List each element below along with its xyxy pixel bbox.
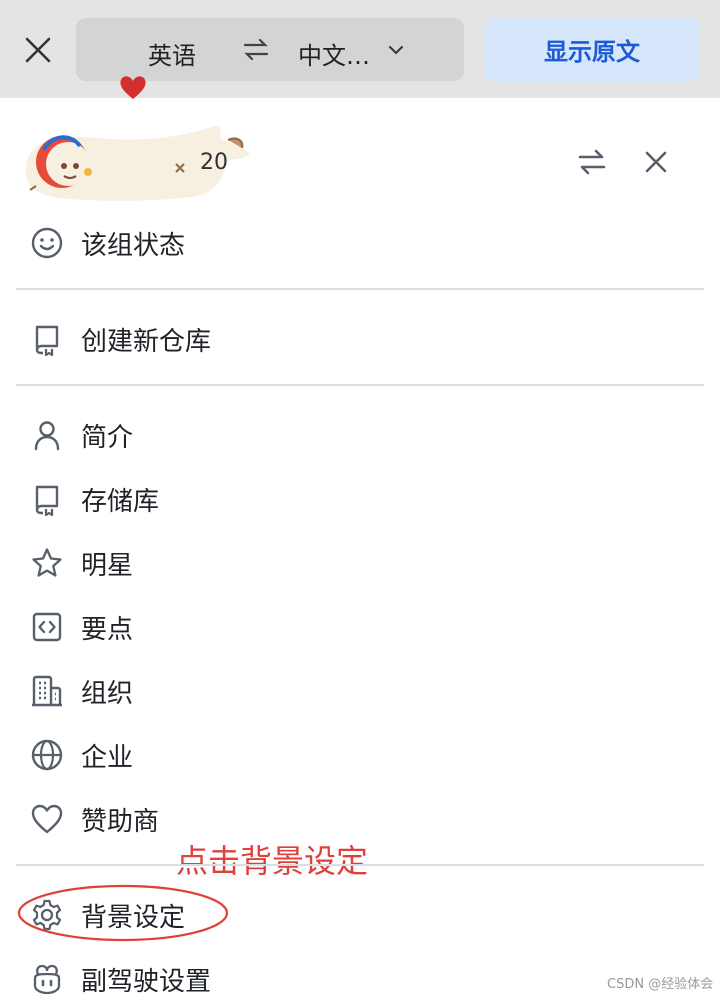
- menu-item-label: 要点: [81, 615, 134, 645]
- menu-item-label: 副驾驶设置: [81, 967, 212, 996]
- translation-bar: 英语 中文… 显示原文: [0, 0, 720, 98]
- menu-item-new-repository[interactable]: 创建新仓库: [0, 310, 720, 366]
- heart-icon: [31, 804, 63, 834]
- swap-languages-icon[interactable]: [242, 36, 270, 64]
- menu-item-organizations[interactable]: 组织: [0, 662, 720, 718]
- repo-icon: [35, 485, 59, 516]
- page: 英语 中文… 显示原文 20 该组状态 创建新仓库 简介 存储库 明星 要点 组…: [0, 0, 720, 996]
- switch-account-icon[interactable]: [576, 146, 608, 178]
- source-language[interactable]: 英语: [148, 36, 196, 71]
- star-icon: [32, 548, 62, 577]
- menu-item-label: 该组状态: [81, 231, 186, 261]
- menu-item-label: 赞助商: [81, 807, 160, 837]
- menu-item-label: 明星: [81, 551, 134, 581]
- menu-item-repositories[interactable]: 存储库: [0, 470, 720, 526]
- close-icon[interactable]: [18, 30, 58, 70]
- annotation-ellipse: [17, 884, 229, 942]
- smiley-icon: [31, 227, 63, 259]
- person-icon: [34, 421, 60, 451]
- menu-item-gists[interactable]: 要点: [0, 598, 720, 654]
- organization-icon: [32, 675, 62, 707]
- divider: [16, 384, 704, 386]
- menu-item-label: 企业: [81, 743, 134, 773]
- globe-icon: [31, 739, 63, 771]
- menu-item-stars[interactable]: 明星: [0, 534, 720, 590]
- user-header: 20: [0, 110, 720, 210]
- close-icon[interactable]: [642, 148, 670, 176]
- repo-icon: [35, 325, 59, 356]
- menu-item-enterprises[interactable]: 企业: [0, 726, 720, 782]
- username: 20: [200, 150, 228, 175]
- chevron-down-icon[interactable]: [386, 40, 406, 60]
- menu-item-label: 简介: [81, 423, 134, 453]
- menu-item-status[interactable]: 该组状态: [0, 214, 720, 270]
- show-original-button[interactable]: 显示原文: [484, 18, 700, 81]
- menu-item-label: 存储库: [81, 487, 160, 517]
- code-square-icon: [32, 612, 62, 642]
- annotation-text: 点击背景设定: [176, 842, 369, 880]
- menu-item-label: 组织: [81, 679, 134, 709]
- target-language[interactable]: 中文…: [298, 36, 370, 71]
- menu-item-label: 创建新仓库: [81, 327, 212, 357]
- divider: [16, 288, 704, 290]
- copilot-icon: [33, 964, 61, 995]
- heart-mark-icon: [120, 76, 146, 99]
- watermark: CSDN @经验体会: [607, 977, 714, 992]
- divider: [16, 864, 704, 866]
- menu-item-profile[interactable]: 简介: [0, 406, 720, 462]
